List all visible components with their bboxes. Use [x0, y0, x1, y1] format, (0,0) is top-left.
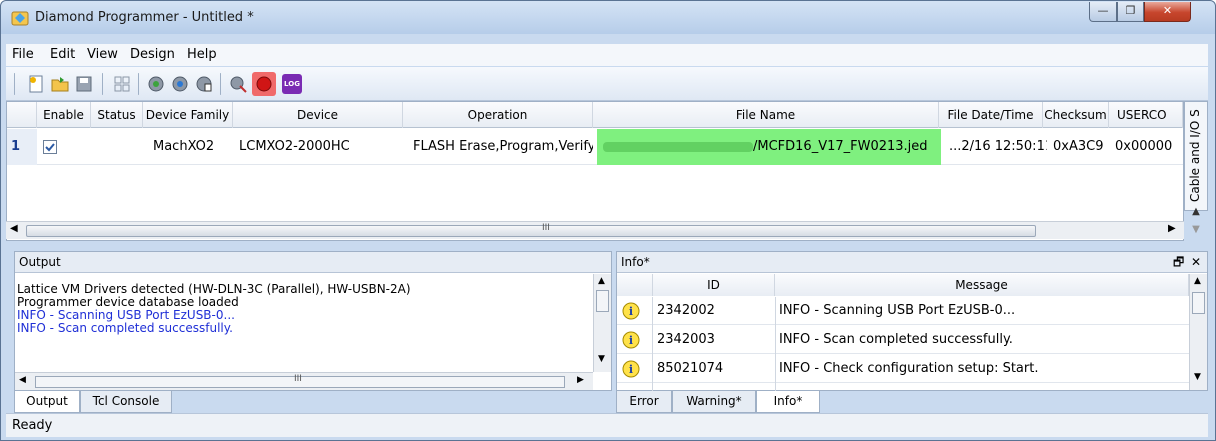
- row-number: 1: [7, 129, 37, 165]
- row-number-header: [7, 102, 37, 128]
- scroll-down-icon[interactable]: ▼: [1186, 224, 1206, 242]
- new-file-icon[interactable]: [26, 74, 46, 94]
- tab-tcl-console[interactable]: Tcl Console: [80, 391, 172, 413]
- info-row[interactable]: i 85021074 INFO - Check configuration se…: [617, 355, 1189, 383]
- diamond-app-icon: [11, 11, 29, 26]
- scroll-thumb[interactable]: [1192, 292, 1205, 314]
- output-line: Lattice VM Drivers detected (HW-DLN-3C (…: [17, 282, 411, 296]
- info-row[interactable]: i 2342002 INFO - Scanning USB Port EzUSB…: [617, 297, 1189, 325]
- maximize-button[interactable]: ❐: [1117, 2, 1144, 22]
- device-cell[interactable]: LCMXO2-2000HC: [233, 129, 403, 165]
- toolbar-separator: [138, 73, 139, 95]
- open-folder-icon[interactable]: [50, 74, 70, 94]
- tab-warning[interactable]: Warning*: [672, 391, 756, 413]
- scroll-left-icon[interactable]: ◀: [10, 223, 18, 234]
- output-line: INFO - Scan completed successfully.: [17, 321, 233, 335]
- output-line: Programmer device database loaded: [17, 295, 239, 309]
- close-panel-icon[interactable]: ✕: [1191, 252, 1201, 273]
- info-panel-header: Info* 🗗 ✕: [617, 252, 1207, 273]
- menu-file[interactable]: File: [12, 47, 34, 62]
- output-tabs: Output Tcl Console: [14, 391, 612, 413]
- stop-icon: [256, 76, 272, 92]
- restore-icon[interactable]: 🗗: [1173, 252, 1184, 273]
- tab-output[interactable]: Output: [14, 391, 80, 413]
- enable-checkbox[interactable]: [37, 129, 91, 165]
- info-panel: Info* 🗗 ✕ ID Message i 2342002 INFO - Sc…: [616, 251, 1208, 392]
- col-device-family[interactable]: Device Family: [143, 102, 233, 128]
- toolbar: LOG: [6, 67, 1208, 101]
- menu-bar: File Edit View Design Help: [6, 44, 1208, 66]
- output-vertical-scrollbar[interactable]: ▲ ▼: [593, 274, 611, 372]
- grid-horizontal-scrollbar[interactable]: ◀ III ▶: [6, 221, 1184, 239]
- userco-cell: 0x00000: [1115, 139, 1173, 154]
- close-button[interactable]: ✕: [1144, 2, 1191, 22]
- col-device[interactable]: Device: [233, 102, 403, 128]
- checkbox-checked-icon: [43, 140, 57, 154]
- scroll-thumb[interactable]: III: [26, 223, 1036, 237]
- save-icon[interactable]: [74, 74, 94, 94]
- family-cell[interactable]: MachXO2: [143, 129, 233, 165]
- menu-view[interactable]: View: [87, 47, 118, 62]
- col-message[interactable]: Message: [775, 274, 1189, 296]
- scroll-right-icon[interactable]: ▶: [1168, 223, 1176, 234]
- menu-help[interactable]: Help: [187, 47, 217, 62]
- info-vertical-scrollbar[interactable]: ▲ ▼: [1189, 274, 1207, 390]
- col-userco[interactable]: USERCO: [1109, 102, 1183, 128]
- file-date-cell: ...2/16 12:50:11: [949, 139, 1047, 154]
- programmer-settings-icon[interactable]: [228, 74, 248, 94]
- blurred-path: [603, 142, 753, 152]
- output-panel: Output Lattice VM Drivers detected (HW-D…: [14, 251, 612, 391]
- col-file-date[interactable]: File Date/Time: [939, 102, 1043, 128]
- menu-edit[interactable]: Edit: [50, 47, 75, 62]
- program-device-icon[interactable]: [146, 74, 166, 94]
- col-checksum[interactable]: Checksum: [1043, 102, 1109, 128]
- device-grid: Enable Status Device Family Device Opera…: [6, 101, 1184, 241]
- toolbar-separator: [220, 73, 221, 95]
- grid-header: Enable Status Device Family Device Opera…: [7, 102, 1183, 128]
- output-line: INFO - Scanning USB Port EzUSB-0...: [17, 308, 235, 322]
- file-name-cell[interactable]: /MCFD16_V17_FW0213.jed: [597, 129, 941, 165]
- info-row[interactable]: i 2342003 INFO - Scan completed successf…: [617, 326, 1189, 354]
- log-button[interactable]: LOG: [282, 74, 302, 94]
- info-panel-title: Info*: [621, 255, 650, 269]
- device-properties-icon[interactable]: [194, 74, 214, 94]
- col-status[interactable]: Status: [91, 102, 143, 128]
- verify-device-icon[interactable]: [170, 74, 190, 94]
- scroll-thumb[interactable]: [596, 290, 609, 312]
- scroll-up-icon[interactable]: ▲: [1186, 206, 1206, 224]
- status-bar: Ready: [6, 413, 1208, 437]
- scan-chain-icon[interactable]: [112, 74, 132, 94]
- title-bar[interactable]: Diamond Programmer - Untitled * — ❐ ✕: [1, 1, 1215, 34]
- output-horizontal-scrollbar[interactable]: ◀ III ▶: [15, 372, 593, 390]
- tab-info[interactable]: Info*: [756, 391, 820, 413]
- tab-error[interactable]: Error: [616, 391, 672, 413]
- stop-button[interactable]: [252, 72, 276, 96]
- menu-design[interactable]: Design: [130, 47, 175, 62]
- window-title: Diamond Programmer - Untitled *: [35, 10, 254, 25]
- col-operation[interactable]: Operation: [403, 102, 593, 128]
- col-file-name[interactable]: File Name: [593, 102, 939, 128]
- cable-io-side-tab[interactable]: Cable and I/O S: [1184, 101, 1208, 211]
- file-name-text: /MCFD16_V17_FW0213.jed: [753, 139, 928, 154]
- output-panel-header: Output: [15, 252, 611, 273]
- toolbar-separator: [102, 73, 103, 95]
- scroll-thumb[interactable]: III: [35, 374, 565, 388]
- info-tabs: Error Warning* Info*: [616, 391, 1208, 413]
- status-cell: [91, 129, 143, 165]
- info-table: ID Message i 2342002 INFO - Scanning USB…: [617, 274, 1189, 392]
- device-row[interactable]: 1 MachXO2 LCMXO2-2000HC FLASH Erase,Prog…: [7, 129, 1183, 165]
- checksum-cell: 0xA3C9: [1053, 139, 1104, 154]
- operation-cell[interactable]: FLASH Erase,Program,Verify: [403, 129, 593, 165]
- toolbar-grip: [14, 73, 15, 95]
- col-enable[interactable]: Enable: [37, 102, 91, 128]
- col-id[interactable]: ID: [653, 274, 775, 296]
- minimize-button[interactable]: —: [1089, 2, 1117, 22]
